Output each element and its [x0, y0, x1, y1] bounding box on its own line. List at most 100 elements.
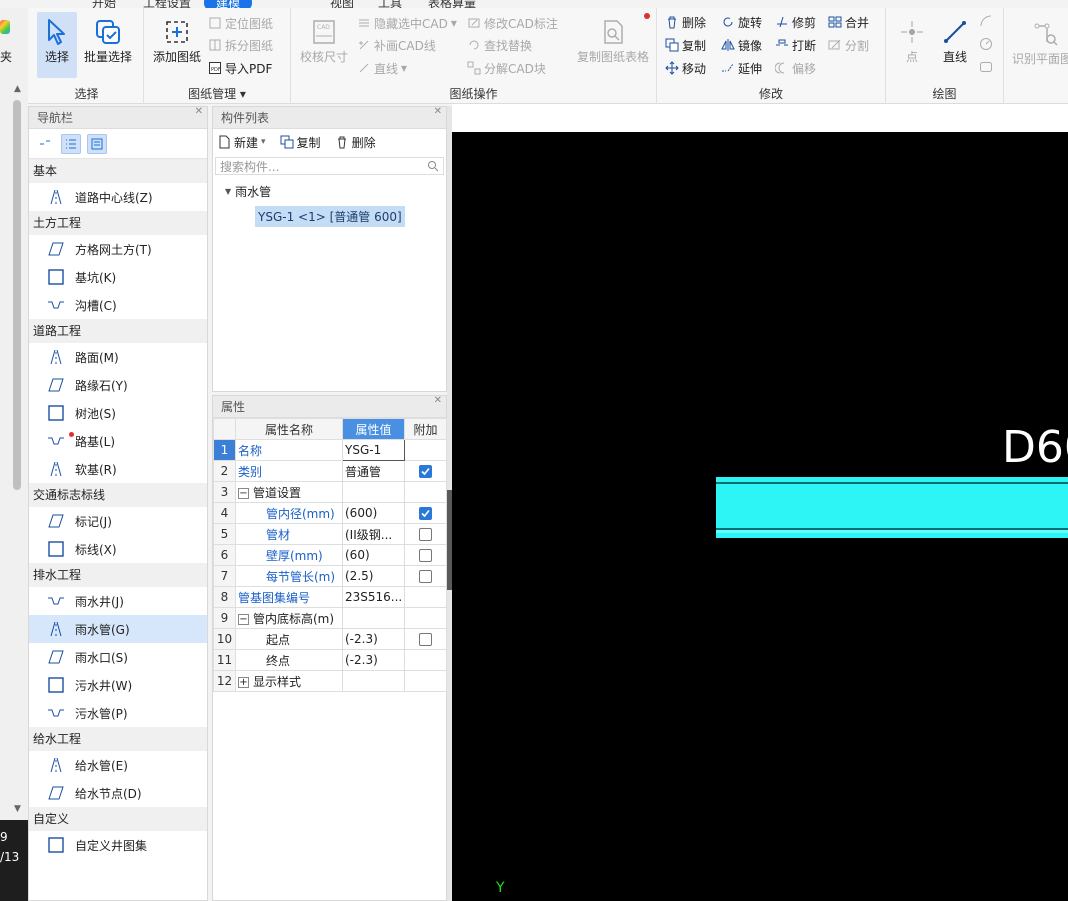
- nav-item[interactable]: 标线(X): [29, 535, 207, 563]
- tree-item-selected[interactable]: YSG-1 <1> [普通管 600]: [255, 206, 405, 227]
- line-dropdown-button[interactable]: 直线 ▾: [357, 59, 407, 77]
- copy-button[interactable]: 复制: [665, 36, 706, 54]
- batch-select-button[interactable]: 批量选择: [82, 12, 134, 78]
- checkbox[interactable]: [419, 548, 432, 562]
- check-dimension-button[interactable]: CAD 校核尺寸: [295, 12, 353, 78]
- move-button[interactable]: 移动: [665, 59, 706, 77]
- point-button[interactable]: 点: [896, 12, 928, 78]
- rain-pipe-drawing[interactable]: [716, 477, 1068, 538]
- line-button[interactable]: 直线: [938, 12, 972, 78]
- component-search-input[interactable]: 搜索构件...: [215, 157, 444, 175]
- nav-item[interactable]: 标记(J): [29, 507, 207, 535]
- rectangle-icon[interactable]: [979, 60, 993, 74]
- property-row[interactable]: 10 起点 (-2.3): [213, 628, 447, 650]
- property-row[interactable]: 6 壁厚(mm) (60): [213, 544, 447, 566]
- hide-selected-cad-button[interactable]: 隐藏选中CAD ▾: [357, 14, 457, 32]
- copy-drawing-table-button[interactable]: 复制图纸表格: [573, 12, 653, 78]
- tab-project-settings[interactable]: 工程设置: [143, 0, 191, 8]
- property-value[interactable]: 23S516...: [342, 586, 405, 608]
- trim-button[interactable]: 修剪: [775, 13, 816, 31]
- property-row[interactable]: 4 管内径(mm) (600): [213, 502, 447, 524]
- nav-item[interactable]: 基坑(K): [29, 263, 207, 291]
- explode-cad-block-button[interactable]: 分解CAD块: [467, 59, 546, 77]
- modify-cad-mark-button[interactable]: 修改CAD标注: [467, 14, 558, 32]
- tab-start[interactable]: 开始: [92, 0, 116, 8]
- circle-icon[interactable]: [979, 37, 993, 51]
- expand-icon[interactable]: +: [238, 676, 249, 688]
- nav-item[interactable]: 软基(R): [29, 455, 207, 483]
- import-pdf-button[interactable]: PDF 导入PDF: [208, 59, 272, 77]
- nav-item[interactable]: 树池(S): [29, 399, 207, 427]
- nav-item[interactable]: 雨水口(S): [29, 643, 207, 671]
- nav-item[interactable]: 雨水管(G): [29, 615, 207, 643]
- close-icon[interactable]: ✕: [434, 106, 442, 118]
- break-button[interactable]: 打断: [775, 36, 816, 54]
- close-icon[interactable]: ✕: [434, 395, 442, 407]
- search-icon[interactable]: [427, 160, 439, 172]
- new-component-button[interactable]: 新建 ▾: [217, 134, 266, 151]
- checkbox[interactable]: [419, 464, 432, 478]
- detail-view-icon[interactable]: [87, 133, 107, 154]
- split-drawing-button[interactable]: 拆分图纸: [208, 36, 273, 54]
- property-row[interactable]: 11 终点 (-2.3): [213, 649, 447, 671]
- property-value[interactable]: (-2.3): [342, 649, 405, 671]
- checkbox[interactable]: [419, 632, 432, 646]
- property-row[interactable]: 9− 管内底标高(m): [213, 607, 447, 629]
- tab-modeling[interactable]: 建模: [204, 0, 253, 8]
- list-view-icon[interactable]: [61, 133, 81, 154]
- property-row[interactable]: 5 管材 (II级钢...: [213, 523, 447, 545]
- property-value[interactable]: [342, 670, 405, 692]
- nav-item[interactable]: 路面(M): [29, 343, 207, 371]
- rotate-button[interactable]: 旋转: [721, 13, 762, 31]
- nav-item[interactable]: 沟槽(C): [29, 291, 207, 319]
- add-drawing-button[interactable]: 添加图纸: [150, 12, 204, 78]
- property-row[interactable]: 2 类别 普通管: [213, 460, 447, 482]
- collapse-icon[interactable]: −: [238, 613, 249, 625]
- nav-item[interactable]: 路缘石(Y): [29, 371, 207, 399]
- arc-icon[interactable]: [979, 14, 993, 28]
- scroll-down-arrow-icon[interactable]: ▼: [14, 804, 21, 814]
- fill-cad-line-button[interactable]: 补画CAD线: [357, 36, 436, 54]
- property-value[interactable]: 普通管: [342, 460, 405, 482]
- nav-item[interactable]: 给水管(E): [29, 751, 207, 779]
- property-row[interactable]: 3− 管道设置: [213, 481, 447, 503]
- nav-item[interactable]: 路基(L): [29, 427, 207, 455]
- nav-item[interactable]: 污水井(W): [29, 671, 207, 699]
- property-value[interactable]: (2.5): [342, 565, 405, 587]
- identify-plan-button[interactable]: 识别平面图: [1012, 16, 1068, 76]
- nav-item[interactable]: 给水节点(D): [29, 779, 207, 807]
- checkbox[interactable]: [419, 527, 432, 541]
- checkbox[interactable]: [419, 569, 432, 583]
- tree-node-rain-pipe[interactable]: ▼ 雨水管: [213, 183, 446, 200]
- merge-button[interactable]: 合并: [828, 13, 869, 31]
- extend-button[interactable]: 延伸: [721, 59, 762, 77]
- property-value[interactable]: [342, 481, 405, 503]
- nav-item[interactable]: 自定义井图集: [29, 831, 207, 859]
- tab-view[interactable]: 视图: [330, 0, 354, 8]
- chevron-down-icon[interactable]: ▼: [225, 187, 231, 196]
- nav-item[interactable]: 方格网土方(T): [29, 235, 207, 263]
- property-row[interactable]: 1 名称 YSG-1: [213, 439, 447, 461]
- property-value[interactable]: YSG-1: [342, 439, 405, 461]
- nav-item[interactable]: 污水管(P): [29, 699, 207, 727]
- close-icon[interactable]: ✕: [195, 107, 203, 118]
- copy-component-button[interactable]: 复制: [280, 134, 321, 151]
- tab-tools[interactable]: 工具: [378, 0, 402, 8]
- mirror-button[interactable]: 镜像: [721, 36, 762, 54]
- property-value[interactable]: [342, 607, 405, 629]
- delete-button[interactable]: 删除: [665, 13, 706, 31]
- find-replace-button[interactable]: 查找替换: [467, 36, 532, 54]
- property-value[interactable]: (60): [342, 544, 405, 566]
- collapse-icon[interactable]: −: [238, 487, 249, 499]
- tab-table-calc[interactable]: 表格算量: [428, 0, 476, 8]
- split-button[interactable]: 分割: [828, 36, 869, 54]
- property-row[interactable]: 12 + 显示样式: [213, 670, 447, 692]
- collapse-icon[interactable]: [35, 134, 55, 154]
- select-button[interactable]: 选择: [37, 12, 77, 78]
- delete-component-button[interactable]: 删除: [335, 134, 376, 151]
- offset-button[interactable]: 偏移: [775, 59, 816, 77]
- nav-item[interactable]: 道路中心线(Z): [29, 183, 207, 211]
- nav-item[interactable]: 雨水井(J): [29, 587, 207, 615]
- property-row[interactable]: 7 每节管长(m) (2.5): [213, 565, 447, 587]
- property-value[interactable]: (600): [342, 502, 405, 524]
